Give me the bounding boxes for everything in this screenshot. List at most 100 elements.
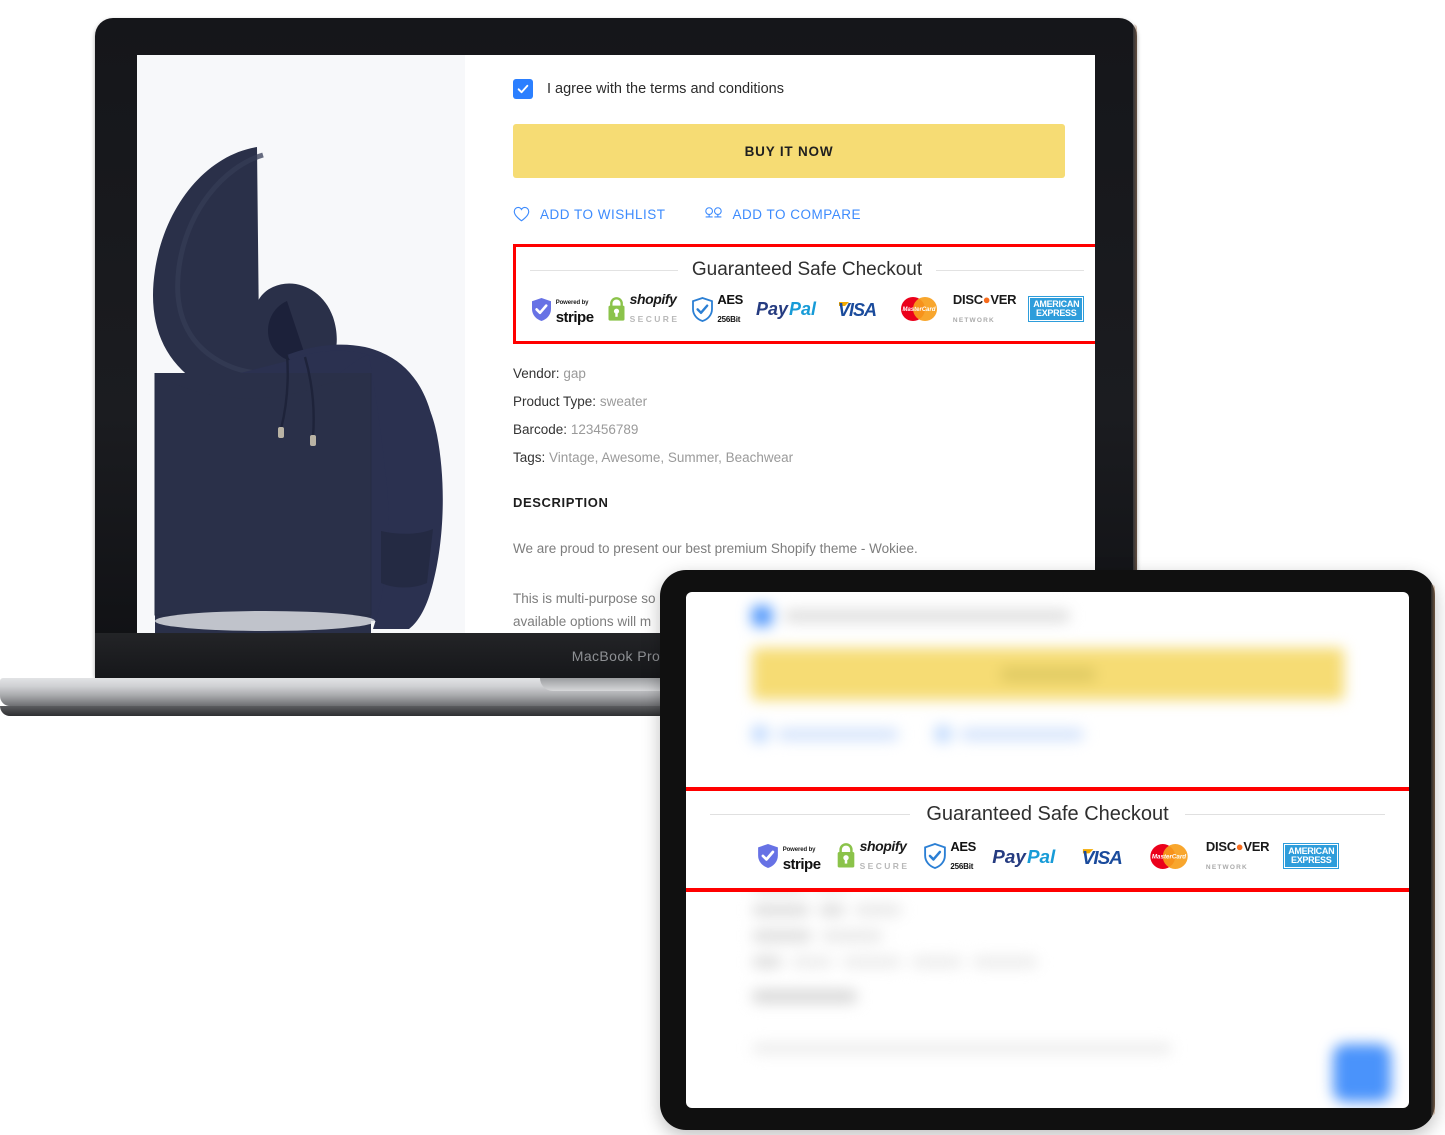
product-gallery[interactable] [137, 55, 465, 633]
add-to-compare-label: ADD TO COMPARE [732, 206, 862, 222]
aes-256bit-badge: AES 256Bit [692, 291, 743, 327]
aes-shield-icon [924, 843, 947, 869]
heart-icon [513, 206, 530, 222]
aes-label: AES [950, 839, 976, 854]
tablet-product-type-label [752, 904, 810, 916]
tablet-tag-1 [791, 956, 833, 968]
tablet-payment-badges: Powered by stripe shopify SECURE AES 256… [710, 838, 1385, 874]
tablet-rule-right [1184, 814, 1386, 815]
product-image-hoodie[interactable] [137, 55, 465, 633]
discover-network-label: NETWORK [952, 317, 995, 324]
product-type-value[interactable]: sweater [600, 394, 647, 409]
tablet-tag-3 [911, 956, 963, 968]
tablet-terms-checkbox[interactable] [752, 606, 772, 626]
tags-label: Tags: [513, 450, 546, 465]
tablet-barcode-row [752, 930, 1409, 942]
terms-label: I agree with the terms and conditions [547, 81, 784, 97]
tablet-heart-icon [752, 726, 768, 742]
tablet-screen: Guaranteed Safe Checkout Powered by stri [686, 592, 1409, 1108]
svg-text:VISA: VISA [838, 300, 876, 319]
shopify-secure-label: SECURE [859, 861, 910, 871]
tablet-add-to-wishlist-button[interactable] [752, 726, 899, 742]
tablet-add-to-compare-button[interactable] [935, 726, 1084, 742]
visa-badge: VISA [837, 299, 885, 319]
svg-text:Pay: Pay [992, 846, 1027, 866]
tablet-discover-text: DISC●VER NETWORK [1205, 838, 1270, 874]
stripe-badge: Powered by stripe [531, 291, 594, 327]
padlock-icon [608, 296, 625, 321]
aes-bits-label: 256Bit [717, 315, 741, 324]
tablet-mastercard-badge: MasterCard [1147, 843, 1191, 870]
description-line-2: This is multi-purpose so [513, 591, 656, 607]
shopify-text: shopify SECURE [630, 291, 680, 327]
rule-left [530, 269, 678, 271]
tablet-product-type-row [752, 904, 1409, 916]
barcode-label: Barcode: [513, 422, 568, 437]
product-detail-page: I agree with the terms and conditions BU… [137, 55, 1095, 633]
paypal-badge: Pay Pal [756, 299, 824, 319]
stripe-powered-by: Powered by [555, 300, 589, 306]
vendor-row: Vendor: gap [513, 366, 1095, 381]
tablet-guaranteed-safe-checkout-box: Guaranteed Safe Checkout Powered by stri [686, 787, 1409, 892]
tablet-barcode-value [821, 930, 883, 942]
tablet-aes-text: AES 256Bit [950, 838, 976, 874]
discover-text: DISC●VER NETWORK [952, 291, 1017, 327]
guaranteed-safe-checkout-box: Guaranteed Safe Checkout Powered by stri… [513, 244, 1095, 344]
tablet-buy-it-now-button[interactable] [752, 648, 1344, 700]
svg-text:MasterCard: MasterCard [1152, 853, 1186, 860]
tablet-aes-256bit-badge: AES 256Bit [924, 838, 976, 874]
tablet-tag-4 [972, 956, 1038, 968]
tablet-discover-badge: DISC●VER NETWORK [1205, 838, 1270, 874]
description-paragraph-1: We are proud to present our best premium… [513, 541, 918, 556]
buy-it-now-button[interactable]: BUY IT NOW [513, 124, 1065, 178]
product-meta: Vendor: gap Product Type: sweater Barcod… [513, 366, 1095, 465]
add-to-wishlist-label: ADD TO WISHLIST [540, 206, 666, 222]
tablet-stripe-badge: Powered by stripe [757, 838, 821, 874]
svg-text:Pal: Pal [789, 299, 817, 319]
tablet-stripe-text: Powered by stripe [783, 838, 821, 874]
product-actions: ADD TO WISHLIST ADD TO COMPARE [513, 206, 1095, 222]
discover-network-label: NETWORK [1205, 864, 1248, 871]
vendor-value[interactable]: gap [563, 366, 586, 381]
amex-line2: EXPRESS [1291, 855, 1332, 865]
description-heading: DESCRIPTION [513, 495, 609, 510]
tablet-buy-label [1000, 667, 1096, 681]
add-to-wishlist-button[interactable]: ADD TO WISHLIST [513, 206, 666, 222]
tablet-product-type-sep [819, 904, 845, 916]
aes-text: AES 256Bit [717, 291, 743, 327]
tablet-compare-icon [935, 726, 951, 742]
tablet-shopify-text: shopify SECURE [860, 838, 910, 874]
product-info-column: I agree with the terms and conditions BU… [465, 55, 1095, 633]
svg-text:VISA: VISA [1082, 847, 1122, 866]
paypal-wordmark-icon: Pay Pal [992, 846, 1056, 866]
tablet-product-actions [686, 700, 1409, 742]
tablet-floating-action-button[interactable] [1333, 1044, 1391, 1102]
tablet-tags-row [752, 956, 1409, 968]
tablet-terms-label [784, 610, 1070, 622]
tablet-paypal-badge: Pay Pal [991, 846, 1065, 866]
tablet-description-heading [752, 990, 857, 1003]
padlock-icon [837, 843, 854, 868]
terms-checkbox[interactable] [513, 79, 533, 99]
visa-wordmark-icon: VISA [1082, 847, 1123, 866]
svg-text:Pay: Pay [756, 299, 789, 319]
safe-checkout-heading-row: Guaranteed Safe Checkout [530, 259, 1085, 281]
tags-value[interactable]: Vintage, Awesome, Summer, Beachwear [549, 450, 793, 465]
amex-box: AMERICAN EXPRESS [1028, 295, 1085, 323]
amex-box: AMERICAN EXPRESS [1283, 842, 1340, 870]
visa-wordmark-icon: VISA [838, 300, 877, 319]
mastercard-badge: MasterCard [898, 296, 940, 322]
stripe-text: Powered by stripe [556, 291, 594, 327]
mastercard-circles-icon: MasterCard [1150, 843, 1188, 869]
american-express-badge: AMERICAN EXPRESS [1028, 295, 1085, 323]
macbook-pro-label: MacBook Pro [571, 647, 661, 664]
add-to-compare-button[interactable]: ADD TO COMPARE [704, 206, 862, 222]
vendor-label: Vendor: [513, 366, 560, 381]
tablet-product-type-value [854, 904, 902, 916]
tablet-terms-row[interactable] [686, 592, 1409, 626]
description-line-3: available options will m [513, 613, 652, 629]
terms-row[interactable]: I agree with the terms and conditions [513, 79, 1095, 99]
tablet-tags-label [752, 956, 782, 968]
stripe-shield-icon [757, 844, 778, 868]
rule-right [936, 269, 1085, 271]
